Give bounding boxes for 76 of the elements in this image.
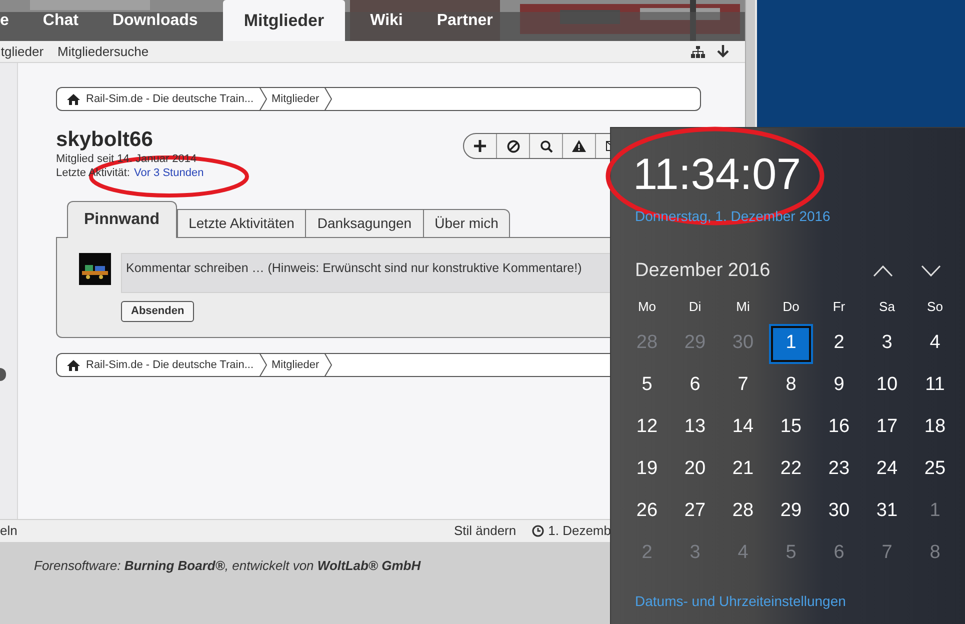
- weekday-label: Mi: [736, 298, 750, 316]
- breadcrumb-link[interactable]: Mitglieder: [272, 90, 320, 108]
- calendar-day[interactable]: 24: [865, 450, 909, 490]
- calendar-day[interactable]: 28: [721, 492, 765, 532]
- calendar-day[interactable]: 4: [913, 324, 957, 364]
- subnav-link[interactable]: Mitgliedersuche: [58, 42, 149, 62]
- weekday-label: So: [927, 298, 943, 316]
- calendar-day[interactable]: 10: [865, 366, 909, 406]
- profile-tab[interactable]: Letzte Aktivitäten: [176, 209, 306, 238]
- sitemap-icon[interactable]: [691, 46, 705, 58]
- calendar-day[interactable]: 22: [769, 450, 813, 490]
- search-icon: [540, 140, 552, 152]
- username: skybolt66: [56, 129, 154, 151]
- calendar-day[interactable]: 30: [817, 492, 861, 532]
- submit-button[interactable]: Absenden: [121, 301, 194, 322]
- chevron-up-icon[interactable]: [873, 265, 893, 277]
- profile-tab[interactable]: Pinnwand: [67, 201, 177, 238]
- profile-tab[interactable]: Über mich: [422, 209, 510, 238]
- calendar-day[interactable]: 2: [817, 324, 861, 364]
- plus-icon: [474, 140, 486, 152]
- calendar-day[interactable]: 21: [721, 450, 765, 490]
- weekday-label: Mo: [638, 298, 656, 316]
- nav-tab[interactable]: Mitglieder: [222, 0, 346, 41]
- copyright-text: Forensoftware: Burning Board®, entwickelt von WoltLab® GmbH: [34, 557, 421, 575]
- ban-icon: [506, 140, 520, 152]
- calendar-day[interactable]: 8: [769, 366, 813, 406]
- home-icon: [67, 360, 80, 370]
- calendar-day[interactable]: 8: [913, 534, 957, 574]
- calendar-day[interactable]: 1: [913, 492, 957, 532]
- home-icon: [67, 94, 80, 104]
- calendar-day[interactable]: 17: [865, 408, 909, 448]
- calendar-day[interactable]: 19: [625, 450, 669, 490]
- warning-icon: [572, 140, 586, 152]
- calendar-day[interactable]: 16: [817, 408, 861, 448]
- clock-icon: [532, 525, 544, 537]
- nav-tab[interactable]: e: [0, 0, 26, 41]
- calendar-day[interactable]: 23: [817, 450, 861, 490]
- calendar-day[interactable]: 6: [673, 366, 717, 406]
- footer-link[interactable]: eln: [0, 521, 18, 541]
- calendar-day[interactable]: 25: [913, 450, 957, 490]
- calendar-day[interactable]: 15: [769, 408, 813, 448]
- calendar-day[interactable]: 29: [769, 492, 813, 532]
- style-link[interactable]: Stil ändern: [454, 521, 516, 541]
- calendar-day[interactable]: 12: [625, 408, 669, 448]
- breadcrumb-link[interactable]: Rail-Sim.de - Die deutsche Train...: [86, 90, 254, 108]
- breadcrumb-link[interactable]: Rail-Sim.de - Die deutsche Train...: [86, 356, 254, 374]
- nav-tab[interactable]: Chat: [26, 0, 96, 41]
- calendar-day[interactable]: 9: [817, 366, 861, 406]
- weekday-label: Di: [688, 298, 702, 316]
- nav-tab[interactable]: Partner: [420, 0, 510, 41]
- footer-date: 1. Dezemb: [548, 522, 611, 540]
- nav-tab[interactable]: Wiki: [353, 0, 420, 41]
- nav-tab[interactable]: Downloads: [95, 0, 215, 41]
- activity-link[interactable]: Vor 3 Stunden: [134, 166, 204, 180]
- profile-tab[interactable]: Danksagungen: [305, 209, 423, 238]
- weekday-label: Do: [782, 298, 800, 316]
- weekday-label: Fr: [832, 298, 846, 316]
- breadcrumb-link[interactable]: Mitglieder: [272, 356, 320, 374]
- calendar-day[interactable]: 31: [865, 492, 909, 532]
- subnav-link[interactable]: itglieder: [0, 42, 44, 62]
- calendar-day[interactable]: 18: [913, 408, 957, 448]
- arrow-down-icon[interactable]: [717, 45, 729, 58]
- calendar-day[interactable]: 26: [625, 492, 669, 532]
- calendar-day[interactable]: 3: [865, 324, 909, 364]
- calendar-day[interactable]: 7: [721, 366, 765, 406]
- calendar-day[interactable]: 20: [673, 450, 717, 490]
- calendar-day[interactable]: 11: [913, 366, 957, 406]
- clock-time: 11:34:07: [633, 151, 802, 199]
- calendar-day[interactable]: 1: [769, 324, 813, 364]
- calendar-day[interactable]: 5: [625, 366, 669, 406]
- chevron-down-icon[interactable]: [921, 265, 941, 277]
- calendar-day[interactable]: 13: [673, 408, 717, 448]
- calendar-day[interactable]: 14: [721, 408, 765, 448]
- calendar-day[interactable]: 27: [673, 492, 717, 532]
- weekday-label: Sa: [879, 298, 895, 316]
- scroll-knob-icon[interactable]: [0, 368, 6, 381]
